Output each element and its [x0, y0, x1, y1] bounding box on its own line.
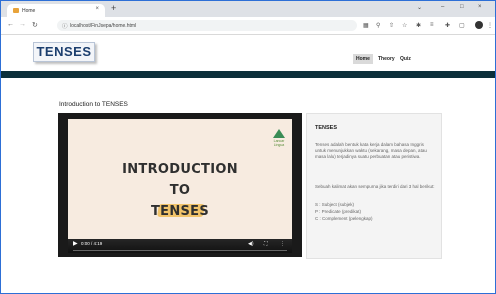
- zoom-icon[interactable]: ⚲: [376, 22, 380, 29]
- forward-icon[interactable]: →: [19, 21, 26, 28]
- favicon-icon: [13, 8, 19, 13]
- tab-strip: Home × + ⌄ – □ ×: [1, 1, 495, 17]
- logo-triangle-icon: [273, 129, 285, 138]
- more-options-icon[interactable]: ⋮: [280, 241, 285, 247]
- address-bar[interactable]: ⓘ localhost/FinJsepa/home.html: [57, 20, 357, 31]
- maximize-button[interactable]: □: [460, 4, 464, 10]
- video-player[interactable]: Lancar Lingua INTRODUCTION TO TENSES ▶ 0…: [58, 113, 302, 257]
- site-info-icon[interactable]: ⓘ: [62, 22, 68, 30]
- translate-icon[interactable]: ▦: [363, 22, 369, 29]
- side-panel-icon[interactable]: ▢: [459, 22, 465, 29]
- panel-title: TENSES: [315, 125, 338, 131]
- browser-window: Home × + ⌄ – □ × ← → ↻ ⓘ localhost/FinJs…: [0, 0, 496, 294]
- tab-close-icon[interactable]: ×: [95, 6, 99, 12]
- slide-title-line-1: INTRODUCTION: [122, 162, 238, 177]
- header-divider: [1, 71, 495, 78]
- video-progress-bar[interactable]: [73, 250, 287, 251]
- bookmark-star-icon[interactable]: ☆: [402, 22, 407, 29]
- site-logo[interactable]: TENSES: [33, 42, 95, 62]
- volume-icon[interactable]: ◀): [248, 241, 254, 247]
- panel-intro: Sebuah kalimat akan sempurna jika terdir…: [315, 184, 435, 189]
- puzzle-icon[interactable]: ✚: [445, 22, 450, 29]
- panel-description: Tenses adalah bentuk kata kerja dalam ba…: [315, 142, 427, 159]
- video-frame: Lancar Lingua INTRODUCTION TO TENSES: [68, 119, 292, 239]
- close-window-button[interactable]: ×: [478, 4, 482, 10]
- new-tab-button[interactable]: +: [111, 3, 116, 13]
- video-time: 0:00 / 4:19: [81, 241, 103, 246]
- share-icon[interactable]: ⇧: [389, 22, 394, 29]
- browser-tab[interactable]: Home ×: [7, 4, 105, 17]
- minimize-button[interactable]: –: [441, 4, 444, 10]
- tab-title: Home: [22, 7, 36, 14]
- slide-title-line-3: TENSES: [150, 204, 210, 219]
- slide-title-line-2: TO: [169, 183, 191, 198]
- nav-home[interactable]: Home: [353, 54, 373, 64]
- fullscreen-icon[interactable]: ⛶: [264, 241, 268, 247]
- extension-icon[interactable]: ✱: [416, 22, 421, 29]
- toolbar: ← → ↻ ⓘ localhost/FinJsepa/home.html ▦ ⚲…: [1, 17, 495, 35]
- nav-quiz[interactable]: Quiz: [400, 56, 411, 62]
- nav-theory[interactable]: Theory: [378, 56, 395, 62]
- panel-list-item: C : Complement (pelengkap): [315, 216, 373, 221]
- back-icon[interactable]: ←: [7, 21, 14, 28]
- logo-text-line-2: Lingua: [273, 143, 285, 147]
- menu-dots-icon[interactable]: ⋮: [487, 22, 493, 29]
- panel-list-item: P : Predicate (predikat): [315, 209, 361, 214]
- url-text: localhost/FinJsepa/home.html: [70, 23, 137, 29]
- video-controls: ▶ 0:00 / 4:19 ◀) ⛶ ⋮: [68, 239, 292, 253]
- reading-list-icon[interactable]: ≡: [430, 22, 434, 28]
- panel-list-item: S : Subject (subjek): [315, 202, 355, 207]
- channel-logo: Lancar Lingua: [270, 129, 288, 151]
- page-heading: Introduction to TENSES: [59, 101, 128, 108]
- play-icon[interactable]: ▶: [73, 240, 78, 247]
- profile-avatar-icon[interactable]: [475, 21, 483, 29]
- tab-search-icon[interactable]: ⌄: [417, 4, 422, 11]
- site-header: TENSES Home Theory Quiz: [1, 35, 495, 71]
- reload-icon[interactable]: ↻: [32, 21, 38, 29]
- info-panel: TENSES Tenses adalah bentuk kata kerja d…: [306, 113, 442, 259]
